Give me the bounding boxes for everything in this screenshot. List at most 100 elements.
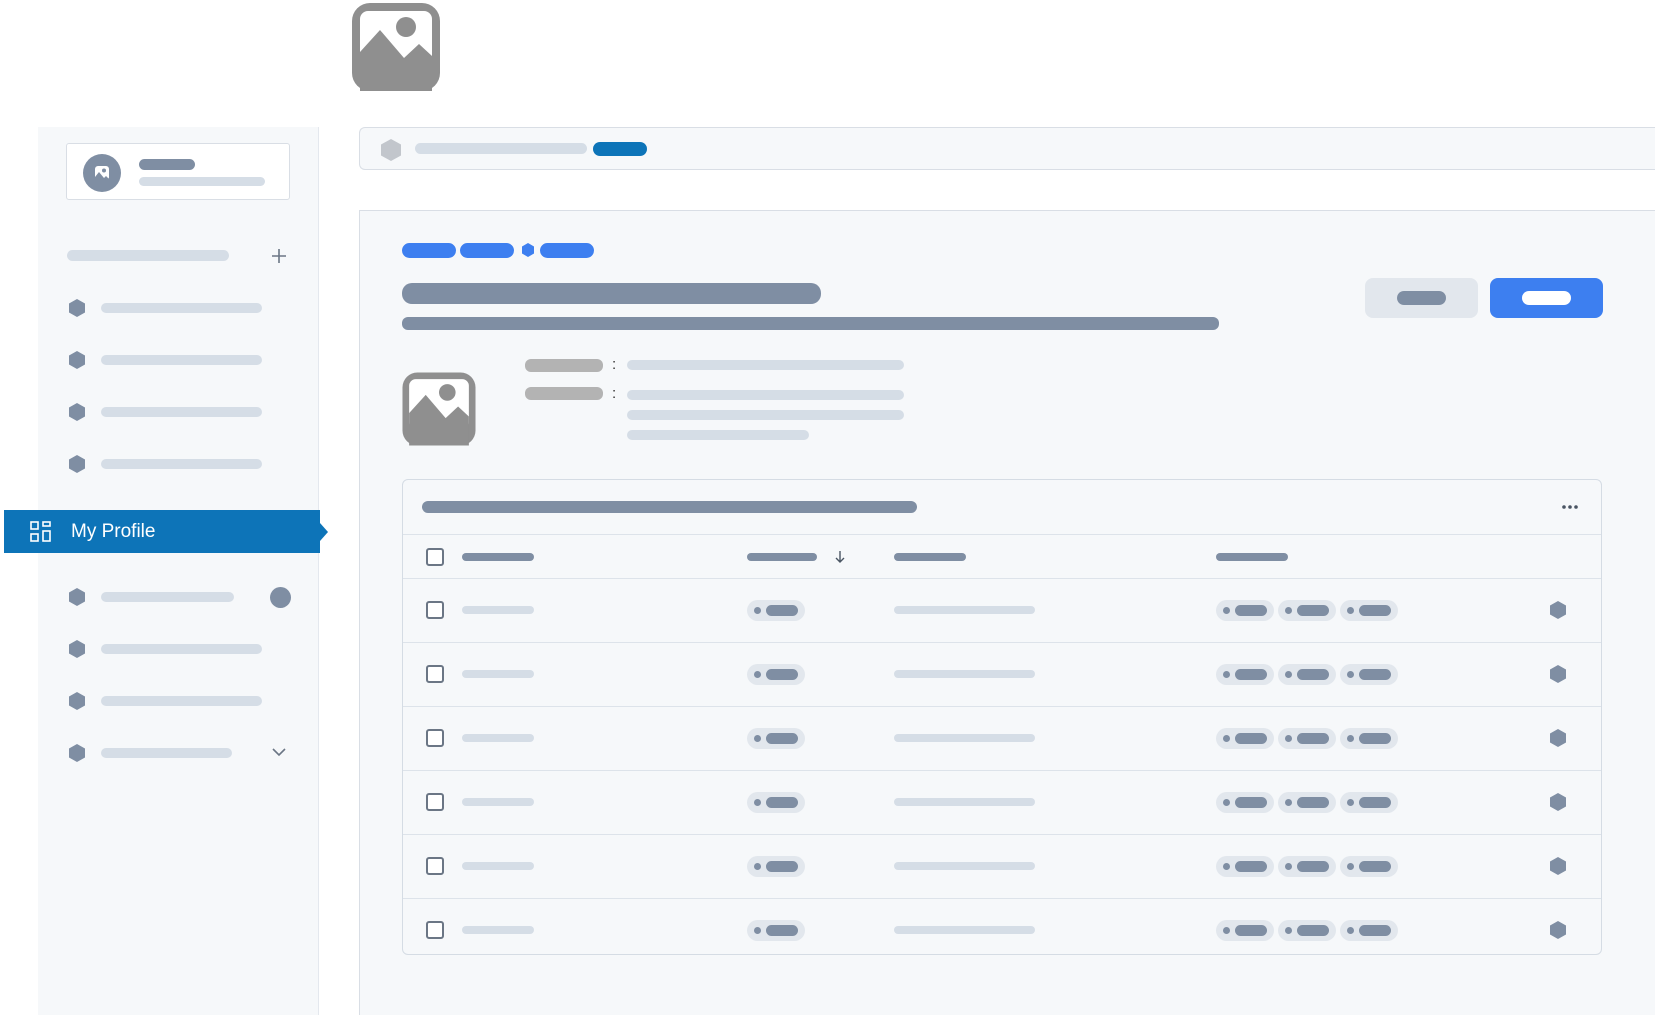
row-checkbox[interactable]	[426, 793, 444, 811]
row-action[interactable]	[1550, 729, 1566, 752]
tag-badge	[1340, 856, 1398, 877]
cell-text	[462, 798, 534, 806]
breadcrumb-link[interactable]	[402, 243, 456, 258]
divider	[403, 706, 1601, 707]
profile-subtitle-placeholder	[139, 177, 265, 186]
avatar	[83, 154, 121, 192]
tag-badge	[1216, 600, 1274, 621]
breadcrumb-link[interactable]	[460, 243, 514, 258]
detail-separator: :	[612, 385, 617, 402]
row-action[interactable]	[1550, 857, 1566, 880]
tag-badge	[1278, 792, 1336, 813]
sidebar-item-label	[101, 696, 262, 706]
active-indicator	[320, 523, 328, 541]
tag-badge	[1216, 920, 1274, 941]
top-bar	[359, 127, 1655, 170]
status-badge	[747, 600, 805, 621]
column-header[interactable]	[462, 553, 534, 561]
tag-badge	[1216, 728, 1274, 749]
tag-badge	[1216, 856, 1274, 877]
row-checkbox[interactable]	[426, 857, 444, 875]
hexagon-icon	[1550, 793, 1566, 811]
data-table	[402, 479, 1602, 955]
tag-badge	[1216, 792, 1274, 813]
hexagon-icon	[69, 640, 85, 658]
breadcrumb-current-placeholder[interactable]	[593, 142, 647, 156]
column-header[interactable]	[747, 553, 817, 561]
primary-button[interactable]	[1490, 278, 1603, 318]
cell-text	[462, 670, 534, 678]
hexagon-icon	[69, 744, 85, 762]
primary-button-label	[1522, 291, 1571, 305]
tag-badge	[1278, 664, 1336, 685]
column-header[interactable]	[1216, 553, 1288, 561]
hexagon-icon	[69, 588, 85, 606]
chevron-down-icon[interactable]	[271, 747, 287, 757]
divider	[403, 642, 1601, 643]
tag-badge	[1340, 792, 1398, 813]
cell-text	[894, 670, 1035, 678]
row-action[interactable]	[1550, 601, 1566, 624]
hexagon-icon	[381, 139, 401, 161]
status-badge	[747, 856, 805, 877]
sidebar-item-label	[101, 644, 262, 654]
hexagon-icon	[69, 455, 85, 473]
page-title	[402, 283, 821, 304]
sidebar-item-label	[101, 407, 262, 417]
sidebar-item-label	[101, 592, 234, 602]
divider	[403, 578, 1601, 579]
cell-text	[894, 798, 1035, 806]
hexagon-icon	[1550, 601, 1566, 619]
hexagon-icon	[69, 692, 85, 710]
arrow-down-icon[interactable]	[834, 550, 846, 564]
detail-value	[627, 430, 809, 440]
breadcrumb-current	[540, 243, 594, 258]
row-checkbox[interactable]	[426, 601, 444, 619]
image-placeholder-icon	[352, 3, 440, 91]
status-badge	[747, 920, 805, 941]
row-action[interactable]	[1550, 665, 1566, 688]
row-action[interactable]	[1550, 793, 1566, 816]
tag-badge	[1278, 600, 1336, 621]
grid-icon	[30, 521, 51, 542]
divider	[403, 834, 1601, 835]
profile-name-placeholder	[139, 159, 195, 170]
cell-text	[462, 926, 534, 934]
row-action[interactable]	[1550, 921, 1566, 944]
hexagon-icon	[69, 299, 85, 317]
status-badge	[747, 664, 805, 685]
sidebar-item-label	[101, 459, 262, 469]
select-all-checkbox[interactable]	[426, 548, 444, 566]
detail-value	[627, 360, 904, 370]
divider	[403, 534, 1601, 535]
cell-text	[894, 926, 1035, 934]
row-checkbox[interactable]	[426, 729, 444, 747]
detail-separator: :	[612, 356, 617, 373]
cell-text	[462, 862, 534, 870]
hexagon-icon	[1550, 665, 1566, 683]
page-subtitle	[402, 317, 1219, 330]
hexagon-icon	[69, 351, 85, 369]
sidebar-item-label	[101, 355, 262, 365]
image-placeholder-icon	[402, 372, 476, 446]
status-badge	[747, 792, 805, 813]
sidebar-section-title	[67, 250, 229, 261]
row-checkbox[interactable]	[426, 665, 444, 683]
sidebar-item-my-profile[interactable]: My Profile	[4, 510, 328, 553]
hexagon-icon	[1550, 921, 1566, 939]
row-checkbox[interactable]	[426, 921, 444, 939]
table-title	[422, 501, 917, 513]
tag-badge	[1278, 728, 1336, 749]
ellipsis-icon[interactable]	[1561, 502, 1579, 512]
secondary-button[interactable]	[1365, 278, 1478, 318]
cell-text	[894, 606, 1035, 614]
cell-text	[462, 734, 534, 742]
tag-badge	[1340, 920, 1398, 941]
tag-badge	[1340, 600, 1398, 621]
profile-card[interactable]	[66, 143, 290, 200]
column-header[interactable]	[894, 553, 966, 561]
tag-badge	[1340, 728, 1398, 749]
plus-icon[interactable]	[271, 248, 287, 264]
hexagon-icon	[522, 243, 534, 257]
detail-image	[400, 370, 478, 448]
